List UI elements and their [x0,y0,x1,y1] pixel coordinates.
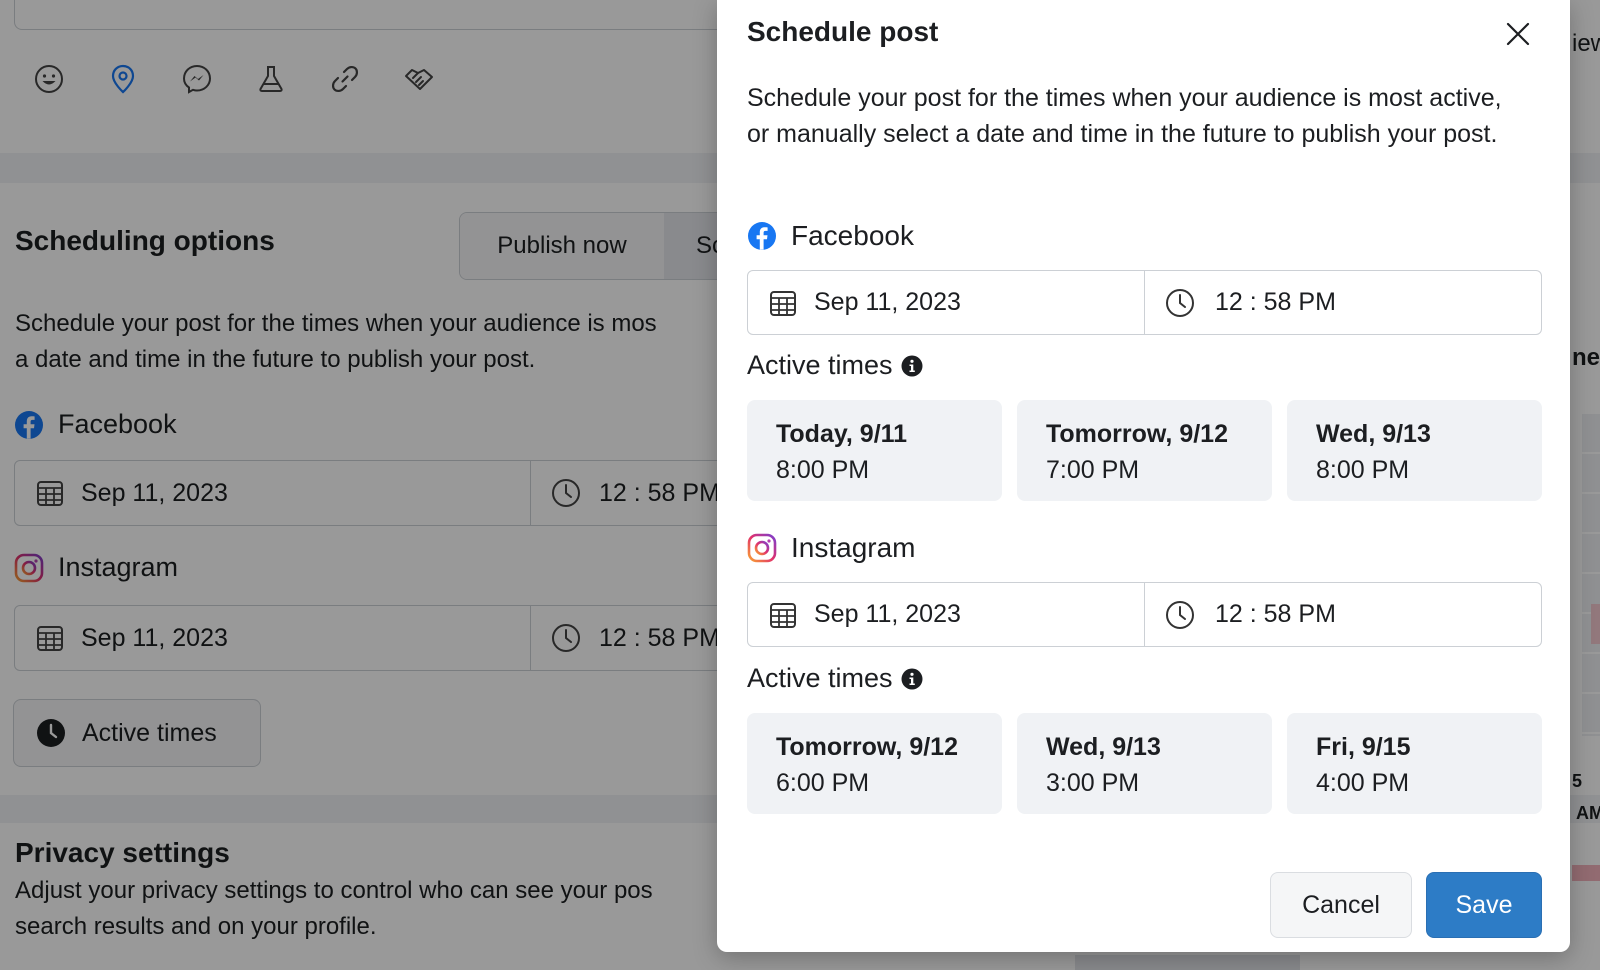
cancel-button[interactable]: Cancel [1270,872,1412,938]
slot-day: Wed, 9/13 [1046,733,1161,761]
facebook-active-times-text: Active times [747,350,893,380]
slot-time: 6:00 PM [776,769,870,797]
facebook-date-value: Sep 11, 2023 [814,288,961,316]
slot-day: Tomorrow, 9/12 [776,733,958,761]
active-time-slot[interactable]: Today, 9/11 8:00 PM [747,400,1002,501]
instagram-active-times-text: Active times [747,663,893,693]
close-button[interactable] [1500,16,1536,52]
clock-icon [1166,288,1194,317]
active-time-slot[interactable]: Tomorrow, 9/12 7:00 PM [1017,400,1272,501]
clock-icon [1166,600,1194,629]
info-icon[interactable] [901,355,923,377]
calendar-icon [770,602,796,628]
instagram-name: Instagram [791,532,916,563]
dialog-title: Schedule post [747,16,939,47]
instagram-active-times-label: Active times [747,663,923,694]
instagram-time-field[interactable]: 12 : 58 PM [1145,583,1541,646]
dialog-description: Schedule your post for the times when yo… [747,84,1502,148]
facebook-date-field[interactable]: Sep 11, 2023 [748,271,1145,334]
calendar-icon [770,290,796,316]
active-time-slot[interactable]: Fri, 9/15 4:00 PM [1287,713,1542,814]
facebook-icon [748,222,776,250]
facebook-datetime-picker: Sep 11, 2023 12 : 58 PM [747,270,1542,335]
facebook-active-time-slots: Today, 9/11 8:00 PM Tomorrow, 9/12 7:00 … [747,400,1542,501]
save-button[interactable]: Save [1426,872,1542,938]
instagram-date-field[interactable]: Sep 11, 2023 [748,583,1145,646]
instagram-active-time-slots: Tomorrow, 9/12 6:00 PM Wed, 9/13 3:00 PM… [747,713,1542,814]
instagram-time-value: 12 : 58 PM [1215,600,1336,628]
instagram-icon [747,533,777,563]
instagram-datetime-picker: Sep 11, 2023 12 : 58 PM [747,582,1542,647]
slot-time: 7:00 PM [1046,456,1140,484]
instagram-section-label: Instagram [747,532,916,564]
active-time-slot[interactable]: Tomorrow, 9/12 6:00 PM [747,713,1002,814]
facebook-time-field[interactable]: 12 : 58 PM [1145,271,1541,334]
active-time-slot[interactable]: Wed, 9/13 3:00 PM [1017,713,1272,814]
facebook-section-label: Facebook [747,220,914,252]
slot-day: Fri, 9/15 [1316,733,1411,761]
slot-time: 4:00 PM [1316,769,1410,797]
slot-day: Wed, 9/13 [1316,420,1431,448]
facebook-active-times-label: Active times [747,350,923,381]
close-icon [1506,22,1530,46]
instagram-date-value: Sep 11, 2023 [814,600,961,628]
active-time-slot[interactable]: Wed, 9/13 8:00 PM [1287,400,1542,501]
info-icon[interactable] [901,668,923,690]
slot-time: 8:00 PM [1316,456,1410,484]
schedule-post-dialog: Schedule post Schedule your post for the… [717,0,1570,952]
slot-time: 8:00 PM [776,456,870,484]
slot-day: Tomorrow, 9/12 [1046,420,1228,448]
slot-time: 3:00 PM [1046,769,1140,797]
slot-day: Today, 9/11 [776,420,908,448]
facebook-time-value: 12 : 58 PM [1215,288,1336,316]
facebook-name: Facebook [791,220,914,251]
